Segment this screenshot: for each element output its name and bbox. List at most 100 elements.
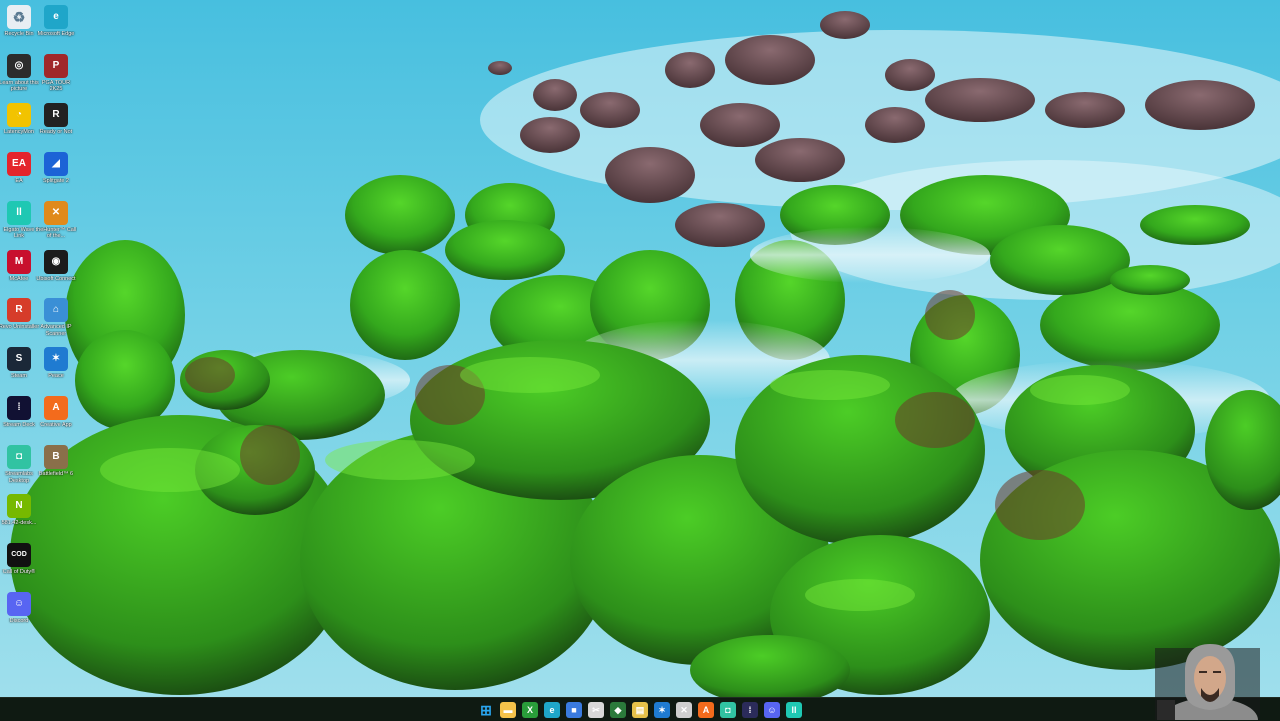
taskbar-creative-app-button[interactable]: A [698,701,714,718]
desktop-icon-label: Recycle Bin [4,31,34,37]
ea-icon: EA [7,151,31,176]
peace-icon: ✶ [658,704,666,715]
desktop-icon-advanced-ip-scanner[interactable]: ⌂ Advanced IP Scanner [37,296,75,344]
peace-icon: ✶ [44,347,68,372]
desktop-icon-label: Ready or Not [39,128,73,135]
desktop-icon-creative-app[interactable]: A Creative App [37,394,75,442]
desktop-icon-label: EA [15,177,23,184]
recycle-bin-icon: ♻ [7,5,31,29]
desktop-icon-peace[interactable]: ✶ Peace [37,345,75,393]
store-icon: ■ [571,704,577,715]
streamlabs-icon: ◘ [725,704,731,715]
desktop-icon-label: Stream Deck [3,422,35,429]
desktop-icon-label: LatencyMon [4,128,34,135]
taskbar-notes-button[interactable]: ▤ [632,701,648,718]
nvidia-icon: N [7,494,31,518]
creative-app-icon: A [44,396,68,421]
stream-deck-icon: ⁞ [748,704,752,715]
desktop-icon-microsoft-edge[interactable]: e Microsoft Edge [37,3,75,51]
camera-icon: ◎ [7,53,31,78]
taskbar-discord-button[interactable]: ☺ [764,701,780,718]
folder-icon: ▬ [503,704,513,715]
splitgate-icon: ◢ [44,151,68,176]
taskbar-wave-link-button[interactable]: ll [786,701,802,718]
pga-tour-icon: P [44,53,68,78]
taskbar-tools-button[interactable]: ✕ [676,701,692,718]
ubisoft-icon: ◉ [44,249,68,274]
call-of-duty-icon: COD [7,542,31,567]
desktop-icon-label: Discord [9,617,29,624]
desktop-icon-label: Streamlabs Desktop [5,471,33,484]
desktop-icon-pga-tour[interactable]: P PGA TOUR 2K25 [37,52,75,100]
desktop-icon-label: 581.42-desk... [1,520,37,526]
desktop-icon-nvidia-driver[interactable]: N 581.42-desk... [0,492,38,540]
desktop-area: ♻ Recycle Bin e Microsoft Edge ◎ Learn about … [0,0,1280,697]
webcam-overlay [1155,644,1260,720]
taskbar-stream-deck-button[interactable]: ⁞ [742,701,758,718]
desktop-icon-label: Creative App [40,422,72,429]
desktop-icon-label: Elgato Wave Link [3,226,35,240]
desktop-icon-ea[interactable]: EA EA [0,150,38,198]
taskbar-snipping-tool-button[interactable]: ✂ [588,701,604,718]
tools-icon: ✕ [680,704,688,715]
desktop-icon-label: theHunter™ Call of the... [35,226,77,240]
taskbar-game-app-button[interactable]: ◆ [610,701,626,718]
desktop-icon-label: Peace [48,373,64,380]
desktop-icon-call-of-duty[interactable]: COD Call of Duty® [0,541,38,589]
taskbar-streamlabs-button[interactable]: ◘ [720,701,736,718]
desktop-icon-label: Learn about this picture [0,79,39,93]
hunter-icon: ✕ [44,200,68,225]
mcafee-icon: M [7,249,31,274]
desktop-icon-battlefield-6[interactable]: B Battlefield™ 6 [37,443,75,491]
taskbar-microsoft-store-button[interactable]: ■ [566,701,582,718]
desktop-icon-mcafee[interactable]: M McAfee [0,248,38,296]
desktop-icon-recycle-bin[interactable]: ♻ Recycle Bin [0,3,38,51]
taskbar: ⊞ ▬ Xe ■ ✂ ◆ ▤ ✶ ✕ A ◘ ⁞ ☺ ll [0,697,1280,721]
wave-link-icon: ll [791,704,797,715]
desktop-icon-discord[interactable]: ☺ Discord [0,590,38,638]
desktop-icon-label: McAfee [9,275,29,282]
taskbar-peace-app-button[interactable]: ✶ [654,701,670,718]
taskbar-xbox-button[interactable]: X [522,701,538,718]
desktop-icon-label: Steam [11,373,27,380]
edge-icon: e [549,704,555,715]
stream-deck-icon: ⁞ [7,396,31,421]
desktop-icon-splitgate[interactable]: ◢ Splitgate 2 [37,150,75,198]
desktop-icon-label: Advanced IP Scanner [40,324,72,337]
notes-icon: ▤ [635,704,645,715]
desktop-icon-call-of-the-wild[interactable]: ✕ theHunter™ Call of the... [35,199,77,247]
revo-icon: R [7,298,31,323]
creative-app-icon: A [702,704,710,715]
desktop-icon-latencymon[interactable]: ◔ LatencyMon [0,101,38,149]
desktop-icon-steam[interactable]: S Steam [0,345,38,393]
desktop-icon-label: Ubisoft Connect [36,275,76,282]
discord-icon: ☺ [7,591,31,616]
desktop-icon-learn-about-picture[interactable]: ◎ Learn about this picture [0,52,39,100]
desktop-icon-label: Battlefield™ 6 [38,471,74,478]
desktop-icon-streamlabs[interactable]: ◘ Streamlabs Desktop [0,443,38,491]
ready-or-not-icon: R [44,102,68,127]
taskbar-edge-button[interactable]: e [544,701,560,718]
taskbar-pinned-apps: ⊞ ▬ Xe ■ ✂ ◆ ▤ ✶ ✕ A ◘ ⁞ ☺ ll [478,698,802,721]
latencymon-icon: ◔ [7,102,31,127]
edge-icon: e [44,5,68,29]
steam-icon: S [7,347,31,372]
desktop-icon-stream-deck[interactable]: ⁞ Stream Deck [0,394,38,442]
desktop-icon-label: Call of Duty® [2,568,36,575]
discord-icon: ☺ [767,704,777,715]
desktop-icon-label: Splitgate 2 [43,177,69,184]
game-app-icon: ◆ [614,704,622,715]
streamlabs-icon: ◘ [7,445,31,470]
desktop-icon-ubisoft-connect[interactable]: ◉ Ubisoft Connect [36,248,76,296]
taskbar-file-explorer-button[interactable]: ▬ [500,701,516,718]
desktop-icon-label: Microsoft Edge [37,31,75,37]
windows-start-icon: ⊞ [480,701,492,718]
snipping-icon: ✂ [592,704,600,715]
desktop-icon-elgato-wave-link[interactable]: ll Elgato Wave Link [0,199,38,247]
taskbar-start-button-button[interactable]: ⊞ [478,702,494,718]
desktop-icon-label: Revo Uninstaller [0,324,40,331]
ip-scanner-icon: ⌂ [44,298,68,323]
desktop-icon-revo-uninstaller[interactable]: R Revo Uninstaller [0,296,40,344]
wave-link-icon: ll [7,200,31,225]
desktop-icon-ready-or-not[interactable]: R Ready or Not [37,101,75,149]
